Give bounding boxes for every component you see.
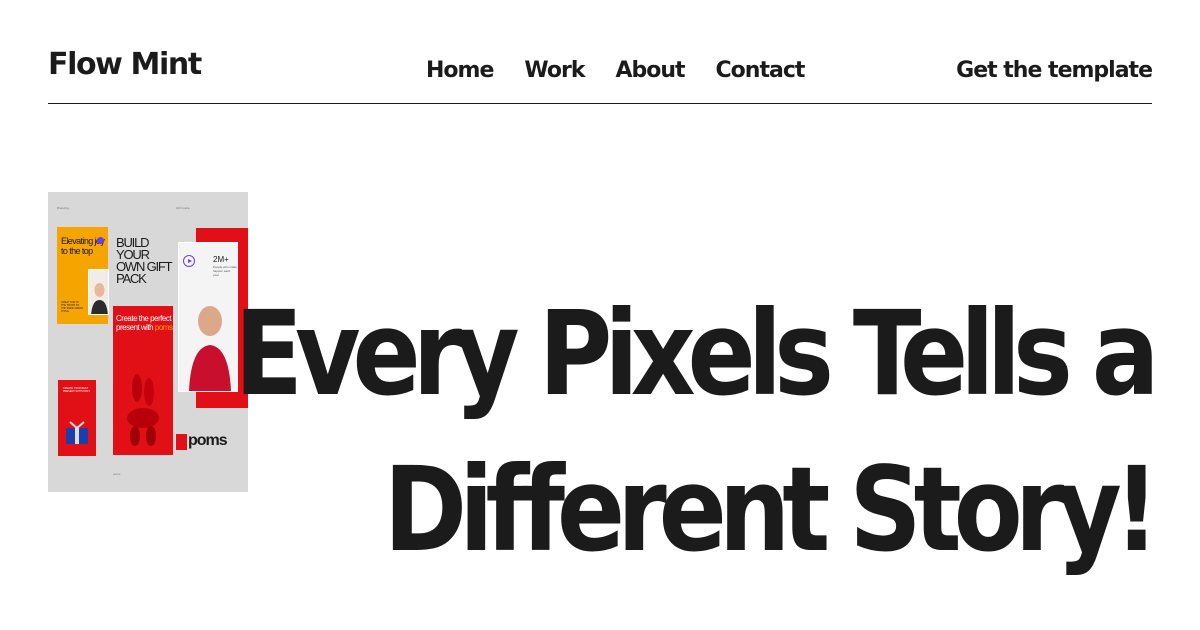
nav-work-link[interactable]: Work [524,60,585,82]
thumb-meta-text: Gift Guide [176,206,190,210]
gift-box-icon [66,421,88,444]
card-fine-print: GREAT FOR IN THE TRUTH TO TOP MAKE GREAT… [61,301,83,313]
thumb-meta-text: poms [113,472,121,476]
portfolio-thumbnail[interactable]: Branding Gift Guide Elevating joy to the… [48,192,248,492]
nav-home-link[interactable]: Home [426,60,494,82]
brand-mark-icon [176,434,187,450]
site-header: Flow Mint Home Work About Contact Get th… [48,0,1153,104]
brand-wordmark: poms [188,432,228,449]
play-icon[interactable] [183,255,195,267]
hero-headline-line-1: Every Pixels Tells a [234,285,1160,422]
thumb-meta-text: Branding [57,206,70,210]
red-promo-card: Create the perfect present with poms [113,306,173,455]
stat-card: 2M+ People who make happier each year [178,242,238,392]
nav-about-link[interactable]: About [615,60,685,82]
site-logo[interactable]: Flow Mint [48,50,202,80]
card-fine-print: CREATE YOUR BEST PRESENT WITH POMS [63,387,90,393]
card-headline: Create the perfect present with poms [116,314,173,332]
hero-headline-line-2: Different Story! [384,441,1160,578]
nav-contact-link[interactable]: Contact [716,60,806,82]
gift-pack-title: BUILD YOUR OWN GIFT PACK [116,235,172,286]
main-nav: Home Work About Contact [426,60,806,82]
purple-dot-icon [97,237,104,244]
get-template-link[interactable]: Get the template [956,60,1153,82]
hero-headline: Every Pixels Tells a Different Story! [234,276,1160,588]
portrait-photo [88,269,109,315]
balloon-dog-image [127,374,159,446]
stat-value: 2M+ [213,255,229,264]
red-small-card: CREATE YOUR BEST PRESENT WITH POMS [58,380,96,456]
man-portrait-image [189,306,231,391]
